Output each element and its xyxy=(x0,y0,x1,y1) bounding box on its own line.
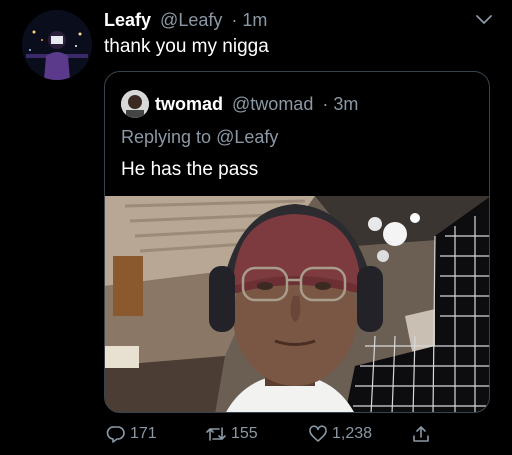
quoted-avatar xyxy=(121,90,149,118)
quoted-timestamp: · 3m xyxy=(322,94,359,114)
retweet-button[interactable]: 155 xyxy=(205,424,258,444)
quoted-photo[interactable] xyxy=(105,196,489,412)
tweet-text: thank you my nigga xyxy=(104,36,269,57)
retweet-count: 155 xyxy=(231,425,258,442)
like-button[interactable]: 1,238 xyxy=(308,424,372,444)
reply-count: 171 xyxy=(130,425,157,442)
handle[interactable]: @Leafy xyxy=(160,10,222,30)
replying-to: Replying to @Leafy xyxy=(121,127,278,148)
tweet-header: Leafy @Leafy · 1m xyxy=(104,10,267,31)
reply-icon xyxy=(106,424,126,444)
retweet-icon xyxy=(205,424,227,444)
replying-prefix: Replying to xyxy=(121,127,212,147)
replying-mention[interactable]: @Leafy xyxy=(216,127,278,147)
share-button[interactable] xyxy=(411,424,431,444)
quoted-display-name: twomad xyxy=(155,94,224,114)
action-bar: 171 155 1,238 xyxy=(0,424,512,448)
avatar[interactable] xyxy=(22,10,92,80)
display-name[interactable]: Leafy xyxy=(104,10,151,30)
like-icon xyxy=(308,424,328,444)
like-count: 1,238 xyxy=(332,425,373,442)
share-icon xyxy=(411,424,431,444)
quoted-text: He has the pass xyxy=(121,159,259,180)
reply-button[interactable]: 171 xyxy=(106,424,157,444)
chevron-down-icon[interactable] xyxy=(474,12,494,28)
timestamp[interactable]: · 1m xyxy=(231,10,267,30)
quoted-tweet[interactable]: twomad @twomad · 3m Replying to @Leafy H… xyxy=(104,71,490,413)
quoted-header: twomad @twomad · 3m xyxy=(155,94,358,115)
quoted-handle: @twomad xyxy=(232,94,314,114)
